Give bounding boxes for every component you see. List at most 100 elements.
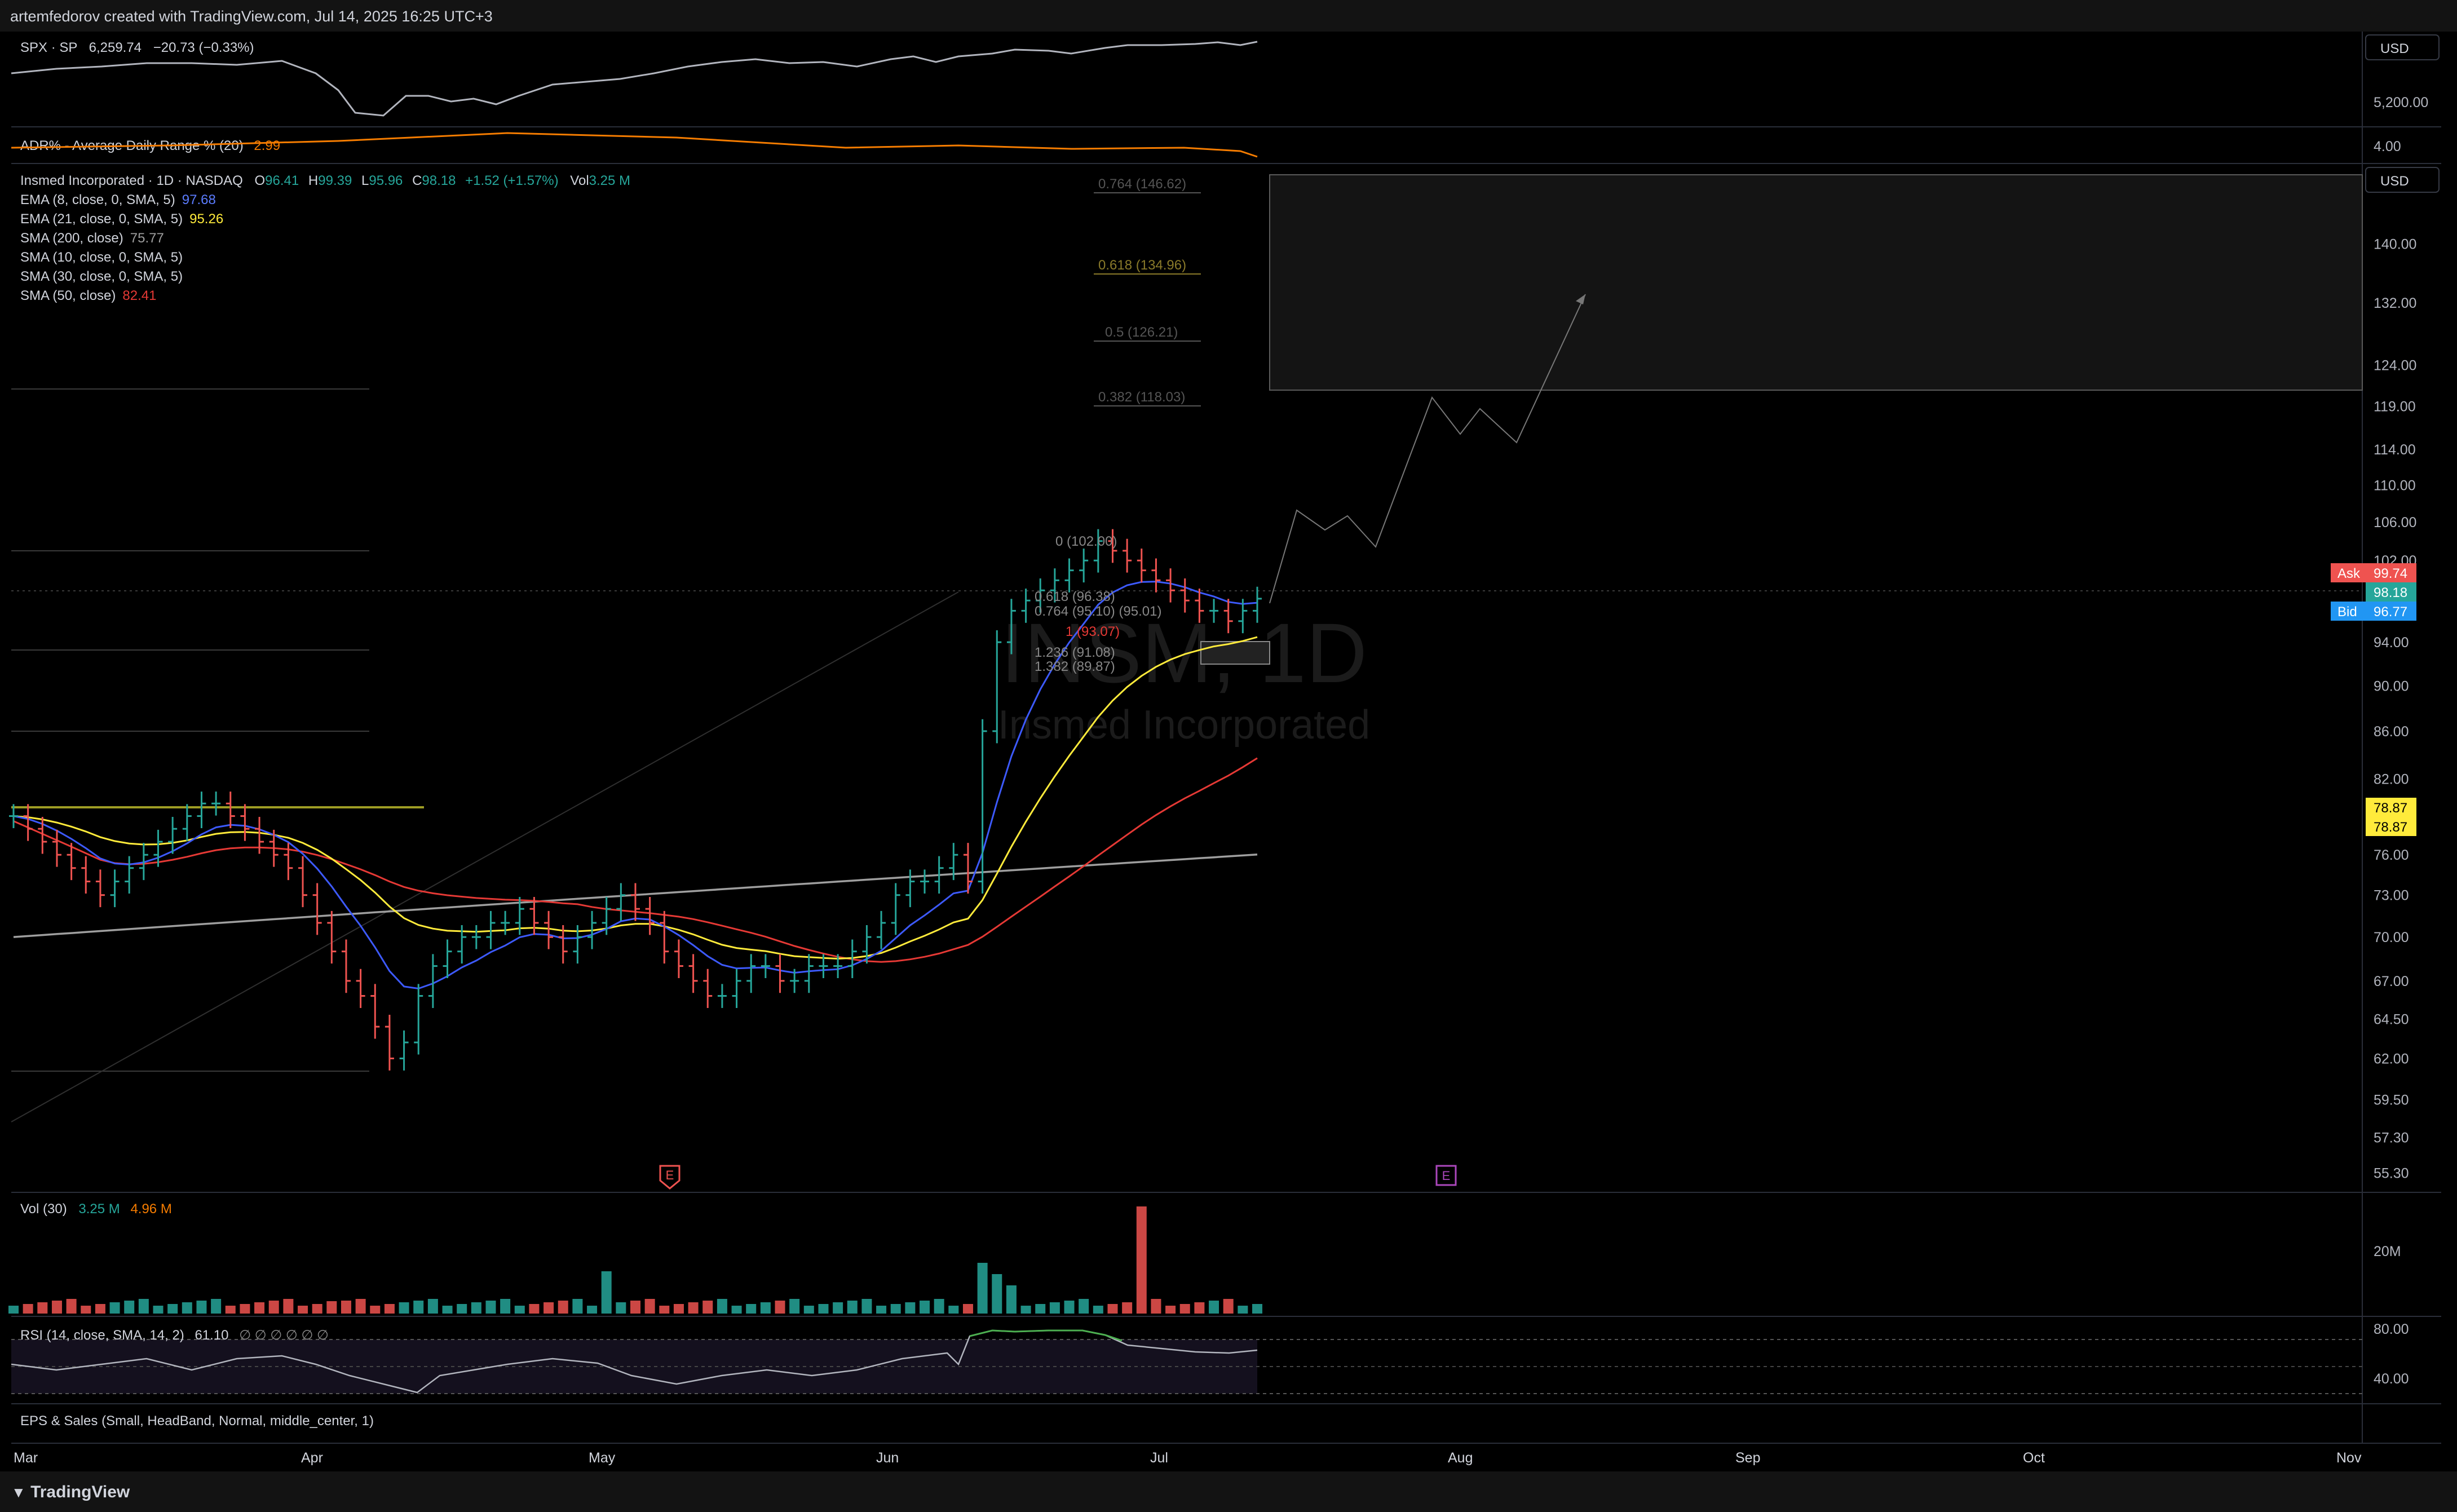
volume-bar-85: [1238, 1306, 1248, 1314]
volume-bar-72: [1049, 1302, 1060, 1314]
fib-lower-2: 0.764 (95.10) (95.01): [1035, 604, 1161, 619]
chart-canvas[interactable]: SPX · SP 6,259.74 −20.73 (−0.33%) USD 5,…: [0, 0, 2457, 1471]
volume-bar-59: [861, 1299, 872, 1314]
volume-bar-41: [601, 1271, 612, 1314]
price-tick-16: 64.50: [2374, 1011, 2409, 1027]
fib-lower-0: 0 (102.00): [1055, 534, 1117, 549]
adr-axis-label: 4.00: [2374, 139, 2401, 154]
time-label-3: Jun: [876, 1450, 899, 1466]
volume-bar-84: [1223, 1299, 1234, 1314]
price-tick-10: 86.00: [2374, 724, 2409, 740]
volume-bar-12: [182, 1302, 192, 1314]
tradingview-logo-icon: ▼: [11, 1484, 26, 1501]
volume-bar-27: [399, 1302, 409, 1314]
price-tick-14: 70.00: [2374, 930, 2409, 945]
target-zone-box: [1269, 174, 2363, 391]
time-label-6: Sep: [1735, 1450, 1760, 1466]
volume-bar-79: [1151, 1299, 1161, 1314]
volume-bar-82: [1194, 1302, 1205, 1314]
volume-bar-32: [471, 1302, 481, 1314]
volume-bar-21: [312, 1304, 322, 1314]
indicator-legend-1: EMA (21, close, 0, SMA, 5) 95.26: [20, 211, 223, 227]
volume-bar-13: [196, 1301, 207, 1314]
last-price: 98.18: [2374, 585, 2407, 600]
bid-price: 96.77: [2374, 604, 2407, 620]
indicator-legend-4: SMA (30, close, 0, SMA, 5): [20, 269, 183, 284]
volume-bar-22: [326, 1301, 337, 1314]
time-label-0: Mar: [14, 1450, 38, 1466]
volume-bar-71: [1035, 1304, 1046, 1314]
svg-text:E: E: [666, 1168, 674, 1182]
price-tick-12: 76.00: [2374, 847, 2409, 863]
level-price-b: 78.87: [2374, 820, 2407, 835]
volume-bar-42: [616, 1302, 626, 1314]
volume-bar-69: [1006, 1285, 1017, 1314]
watermark-name: Insmed Incorporated: [998, 702, 1370, 748]
fib-lower-5: 1.382 (89.87): [1035, 659, 1115, 674]
volume-bar-19: [283, 1299, 294, 1314]
time-label-8: Nov: [2336, 1450, 2362, 1466]
volume-bar-55: [803, 1306, 814, 1314]
indicator-legend-3: SMA (10, close, 0, SMA, 5): [20, 250, 183, 265]
volume-bar-26: [384, 1304, 395, 1314]
spx-axis-label: 5,200.00: [2374, 95, 2428, 110]
spx-currency: USD: [2380, 41, 2409, 56]
rsi-tick-40: 40.00: [2374, 1371, 2409, 1387]
volume-bar-48: [702, 1301, 713, 1314]
volume-bar-80: [1165, 1306, 1176, 1314]
volume-bar-9: [138, 1299, 149, 1314]
volume-bar-46: [673, 1304, 684, 1314]
volume-bar-65: [948, 1306, 959, 1314]
fib-upper-1: 0.618 (134.96): [1098, 258, 1186, 273]
volume-bar-62: [905, 1302, 916, 1314]
price-tick-6: 106.00: [2374, 515, 2416, 530]
volume-bar-77: [1122, 1302, 1133, 1314]
volume-bar-57: [833, 1302, 843, 1314]
volume-bar-23: [341, 1301, 351, 1314]
fib-lower-1: 0.618 (96.38): [1035, 589, 1115, 604]
time-label-5: Aug: [1448, 1450, 1473, 1466]
price-tick-1: 132.00: [2374, 295, 2416, 311]
indicator-legend-5: SMA (50, close) 82.41: [20, 288, 156, 303]
fib-lower-4: 1.236 (91.08): [1035, 645, 1115, 660]
volume-bar-36: [529, 1304, 540, 1314]
volume-bar-30: [442, 1306, 453, 1314]
price-tick-11: 82.00: [2374, 771, 2409, 787]
footer-bar: ▼ TradingView: [0, 1471, 2457, 1512]
volume-bar-47: [688, 1302, 699, 1314]
volume-axis-label: 20M: [2374, 1244, 2401, 1259]
volume-bar-16: [240, 1304, 250, 1314]
price-tick-19: 57.30: [2374, 1130, 2409, 1146]
volume-bar-49: [717, 1299, 727, 1314]
indicator-legend-2: SMA (200, close) 75.77: [20, 231, 164, 246]
small-rect-marker: [1200, 641, 1270, 665]
price-tick-20: 55.30: [2374, 1165, 2409, 1181]
volume-bar-34: [500, 1299, 511, 1314]
volume-bar-8: [124, 1301, 135, 1314]
volume-bar-70: [1020, 1306, 1031, 1314]
price-tick-3: 119.00: [2374, 399, 2416, 415]
tradingview-logo: ▼ TradingView: [11, 1483, 130, 1501]
volume-bar-58: [847, 1301, 858, 1314]
indicator-legend-0: EMA (8, close, 0, SMA, 5) 97.68: [20, 192, 216, 207]
volume-bar-74: [1079, 1299, 1089, 1314]
rsi-tick-80: 80.00: [2374, 1321, 2409, 1337]
price-axis[interactable]: 140.00 132.00 124.00 119.00 114.00 110.00 106.…: [2374, 236, 2416, 1181]
volume-bar-1: [23, 1304, 33, 1314]
volume-bar-75: [1093, 1306, 1103, 1314]
ask-label: Ask: [2337, 566, 2361, 581]
time-label-2: May: [589, 1450, 616, 1466]
volume-bar-10: [153, 1306, 163, 1314]
volume-bar-61: [890, 1304, 901, 1314]
volume-bar-43: [630, 1301, 640, 1314]
volume-bar-68: [992, 1274, 1002, 1314]
fib-upper-0: 0.764 (146.62): [1098, 176, 1186, 192]
volume-bar-29: [427, 1299, 438, 1314]
volume-bar-64: [934, 1299, 944, 1314]
bid-label: Bid: [2337, 604, 2357, 620]
volume-bar-60: [876, 1306, 887, 1314]
volume-bar-3: [51, 1301, 62, 1314]
rsi-legend: RSI (14, close, SMA, 14, 2) 61.10 ∅ ∅ ∅ …: [20, 1328, 329, 1343]
main-legend-title: Insmed Incorporated · 1D · NASDAQ O96.41…: [20, 173, 630, 188]
volume-bar-67: [977, 1263, 988, 1314]
